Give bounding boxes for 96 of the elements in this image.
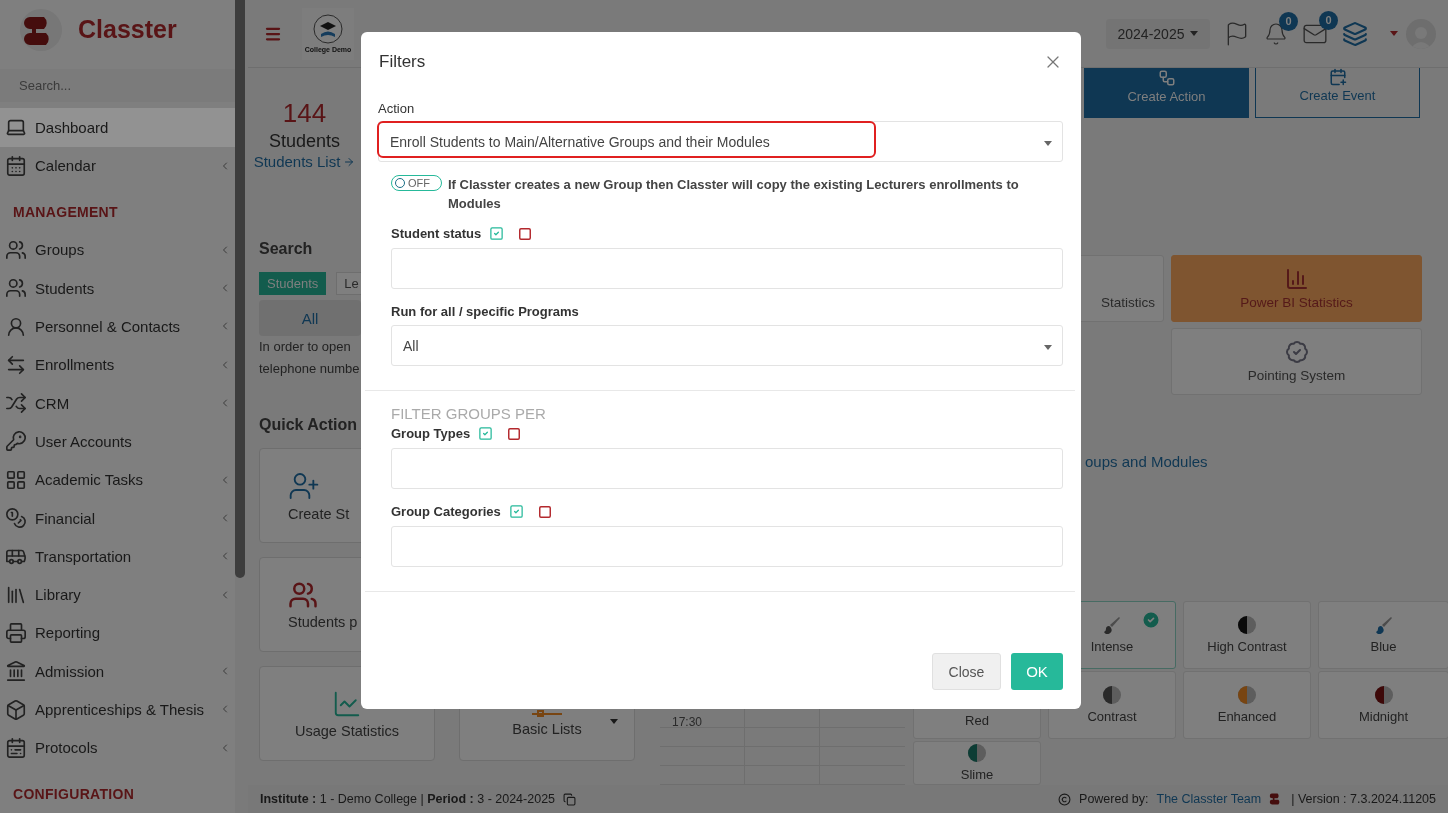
section-title: FILTER GROUPS PER (391, 405, 547, 422)
sidebar-item[interactable]: Admission (0, 652, 235, 691)
section-header: CONFIGURATION (12, 785, 136, 804)
field-label: Run for all / specific Programs (391, 304, 580, 319)
select-all-icon[interactable] (489, 226, 505, 241)
calendar-plus-icon (1328, 68, 1347, 86)
sidebar-item[interactable]: Enrollments (0, 345, 235, 385)
group-filter-field[interactable] (391, 448, 1063, 489)
deselect-all-icon[interactable] (537, 504, 552, 519)
theme-card[interactable]: High Contrast (1183, 601, 1311, 669)
menu-item-icon (5, 430, 27, 453)
sidebar-item[interactable]: Groups (0, 230, 235, 270)
field-label: Student status (391, 226, 482, 241)
sidebar-item[interactable]: Library (0, 575, 235, 614)
menu-item-icon (5, 392, 27, 415)
sidebar-item[interactable]: User Accounts (0, 422, 235, 461)
stat-label: Students (268, 130, 341, 153)
sidebar-item[interactable]: Dashboard (0, 108, 235, 147)
quick-actions-title: Quick Action (259, 416, 358, 434)
theme-card[interactable]: Midnight (1318, 671, 1448, 739)
select-all-icon[interactable] (478, 426, 494, 441)
toggle-description: If Classter creates a new Group then Classter will copy the existing Lecturers enrollments to Modules (448, 176, 1020, 213)
sidebar-item[interactable]: Transportation (0, 537, 235, 576)
chart-icon (1284, 267, 1309, 291)
action-button[interactable]: Create Action (1084, 68, 1249, 118)
message-count: 0 (1319, 10, 1338, 30)
sidebar-item[interactable]: Reporting (0, 613, 235, 653)
hint-text: In order to open (259, 338, 351, 356)
theme-card[interactable]: Slime (913, 741, 1041, 785)
menu-item-icon (5, 621, 27, 644)
menu-item-icon (5, 507, 27, 530)
institute-info: Institute : 1 - Demo College | Period : 3 - 2024-2025 (260, 792, 556, 806)
logo-icon (18, 6, 64, 53)
menu-item-icon (5, 468, 27, 491)
ok-button[interactable]: OK (1011, 653, 1063, 690)
field-label: Action (378, 101, 416, 116)
menu-item-icon (5, 353, 27, 376)
search-title: Search (259, 240, 313, 258)
badge-check-icon (1284, 340, 1309, 364)
sidebar-item[interactable]: Calendar (0, 146, 235, 185)
student-count: 144 (282, 97, 327, 129)
sidebar-item[interactable]: Apprenticeships & Thesis (0, 690, 235, 729)
menu-item-icon (5, 239, 27, 261)
student-status-field[interactable] (391, 248, 1063, 289)
hint-text: telephone numbe (259, 360, 360, 378)
copy-icon[interactable] (563, 792, 577, 806)
all-button[interactable]: All (259, 300, 361, 336)
caret-icon[interactable] (610, 719, 618, 724)
layers-icon[interactable] (1342, 20, 1368, 47)
copyright-icon (1058, 792, 1072, 806)
programs-select[interactable]: All (391, 325, 1063, 366)
time-label: 17:30 (672, 715, 703, 729)
arrow-right-icon (343, 155, 356, 168)
caret-icon[interactable] (1390, 31, 1398, 36)
students-list-link[interactable]: Students List (253, 153, 356, 170)
bell-icon[interactable] (1264, 21, 1288, 46)
deselect-all-icon[interactable] (518, 226, 533, 241)
groups-link[interactable]: oups and Modules (1085, 453, 1208, 470)
menu-item-icon (5, 698, 27, 721)
crest-icon (313, 14, 343, 44)
menu-item-icon (5, 736, 27, 759)
toggle-switch[interactable]: OFF (391, 175, 442, 191)
menu-item-icon (5, 154, 27, 177)
sidebar-item[interactable]: Personnel & Contacts (0, 307, 235, 346)
action-select[interactable]: Enroll Students to Main/Alternative Groups and their Modules (378, 121, 1063, 162)
version-text: | Version : 7.3.2024.11205 (1291, 792, 1436, 806)
section-header: MANAGEMENT (12, 202, 119, 222)
statistics-card[interactable]: Pointing System (1171, 328, 1422, 395)
check-icon (1141, 610, 1161, 630)
theme-card[interactable]: Blue (1318, 601, 1448, 669)
sidebar-item[interactable]: Students (0, 269, 235, 308)
caret-icon (1190, 31, 1199, 36)
field-label: Group Types (391, 426, 471, 441)
year-select[interactable]: 2024-2025 (1106, 18, 1210, 49)
group-filter-field[interactable] (391, 526, 1063, 567)
brand-name: Classter (78, 15, 177, 44)
menu-item-icon (5, 277, 27, 300)
statistics-card[interactable]: Power BI Statistics (1171, 255, 1422, 322)
theme-card[interactable]: Enhanced (1183, 671, 1311, 739)
menu-item-icon (5, 660, 27, 683)
menu-item-icon (5, 315, 27, 338)
workflow-icon (1157, 69, 1176, 87)
action-button[interactable]: Create Event (1255, 68, 1420, 118)
search-field[interactable]: Search... (0, 69, 235, 103)
dialog-title: Filters (379, 52, 426, 72)
team-link[interactable]: The Classter Team (1156, 792, 1262, 806)
select-all-icon[interactable] (508, 504, 524, 519)
deselect-all-icon[interactable] (507, 426, 522, 441)
sidebar-item[interactable]: Financial (0, 498, 235, 538)
notification-count: 0 (1279, 11, 1298, 31)
sidebar-item[interactable]: Academic Tasks (0, 460, 235, 499)
sidebar-item[interactable]: CRM (0, 384, 235, 423)
scrollbar-thumb[interactable] (235, 0, 245, 578)
close-button[interactable]: Close (932, 653, 1001, 690)
powered-by-text: Powered by: (1079, 792, 1149, 806)
sidebar-item[interactable]: Protocols (0, 728, 235, 767)
